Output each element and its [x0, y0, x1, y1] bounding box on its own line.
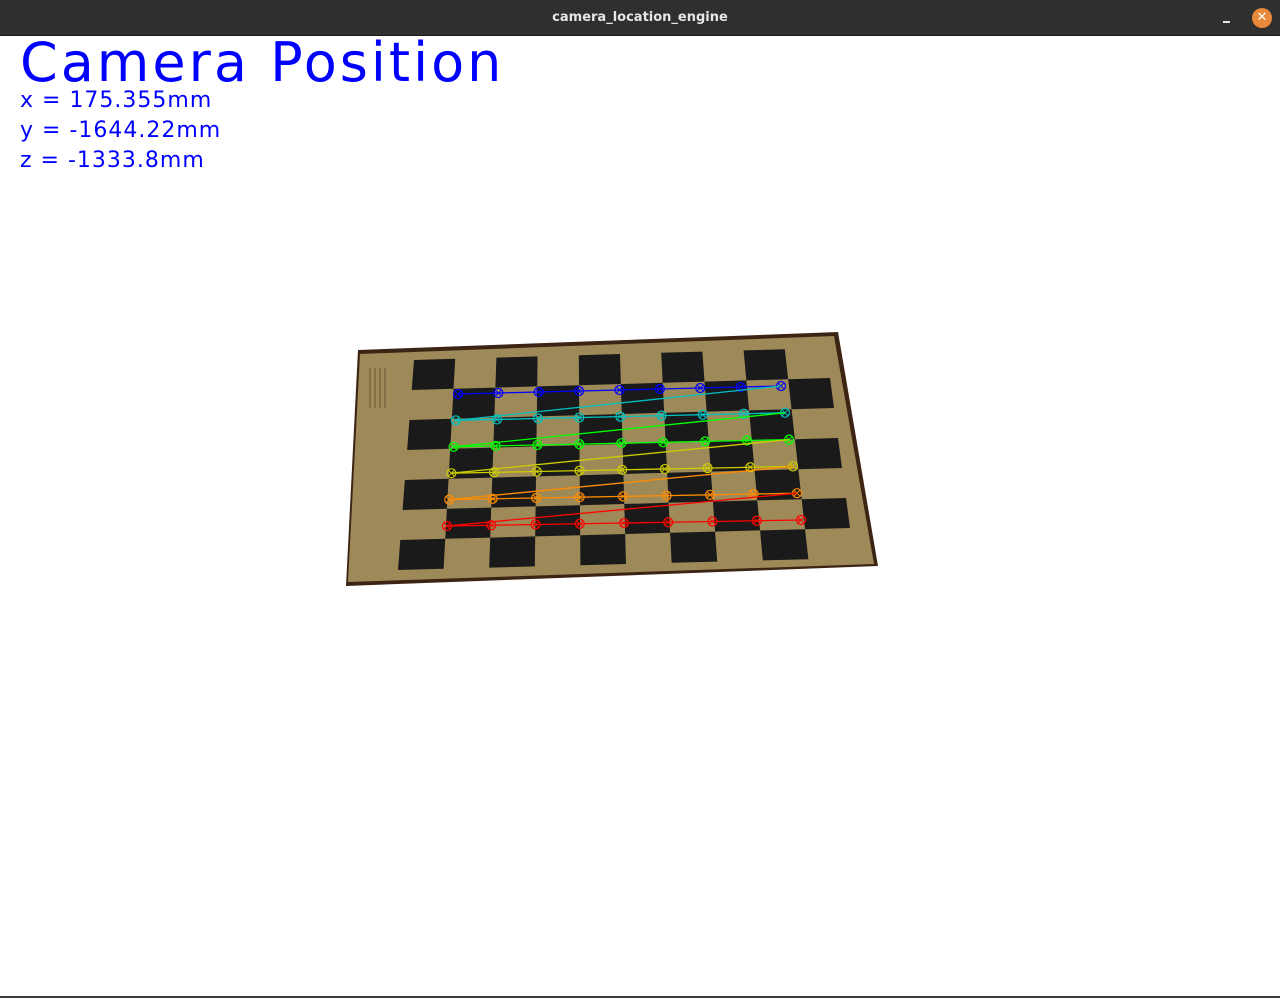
camera-frame: [346, 332, 878, 586]
checker-square: [535, 505, 581, 537]
checker-square: [760, 529, 809, 561]
checker-square: [712, 500, 761, 532]
checker-square: [670, 531, 718, 563]
checker-square: [661, 351, 705, 383]
checker-square: [489, 536, 536, 568]
camera-view: Camera Position x = 175.355mm y = -1644.…: [0, 36, 1280, 996]
app-window: camera_location_engine ✕ Camera Position…: [0, 0, 1280, 998]
checker-square: [445, 507, 492, 539]
coordinate-z: z = -1333.8mm: [20, 148, 205, 173]
checker-square: [398, 538, 446, 570]
checker-square: [743, 349, 789, 381]
checker-square: [579, 474, 625, 506]
checker-square: [411, 358, 456, 390]
minimize-icon: [1223, 21, 1230, 23]
checker-square: [578, 354, 621, 386]
checker-square: [493, 416, 537, 448]
camera-position-heading: Camera Position: [20, 31, 505, 94]
checker-square: [788, 378, 834, 410]
checker-square: [407, 418, 452, 450]
close-icon: ✕: [1256, 10, 1268, 25]
close-button[interactable]: ✕: [1252, 8, 1272, 28]
checkerboard: [346, 332, 878, 586]
checker-square: [402, 478, 449, 510]
coordinate-x: x = 175.355mm: [20, 88, 213, 113]
checker-square: [794, 438, 842, 470]
checker-square: [495, 356, 538, 388]
checker-square: [580, 534, 626, 566]
minimize-button[interactable]: [1215, 8, 1237, 28]
coordinate-y: y = -1644.22mm: [20, 118, 222, 143]
checker-square: [801, 498, 850, 530]
checker-square: [451, 387, 496, 419]
